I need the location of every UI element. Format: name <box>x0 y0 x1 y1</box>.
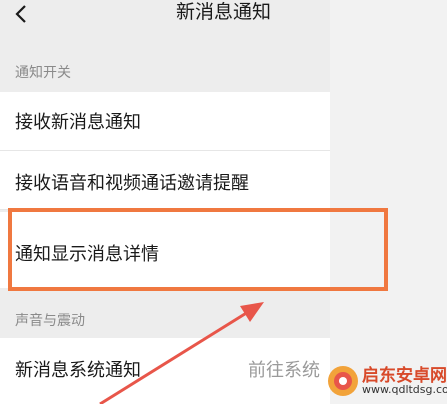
watermark-logo-icon <box>328 366 358 396</box>
watermark-url: www.qdltdsg.com <box>362 383 447 396</box>
pointer-arrow <box>99 302 264 404</box>
watermark: 启东安卓网 www.qdltdsg.com <box>324 357 447 404</box>
